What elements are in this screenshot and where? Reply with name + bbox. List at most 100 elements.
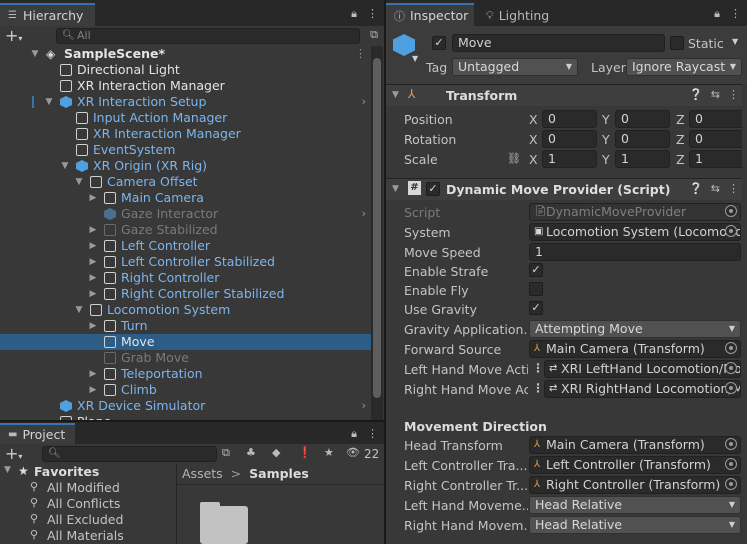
object-field[interactable]: ⅄ Main Camera (Transform) <box>529 436 741 454</box>
breadcrumb-samples[interactable]: Samples <box>249 466 309 481</box>
expand-arrow-icon[interactable]: ▼ <box>74 302 84 318</box>
favorite-item[interactable]: ⚲ All Materials <box>0 528 176 544</box>
hierarchy-item[interactable]: Directional Light <box>0 62 372 78</box>
more-options-icon[interactable]: ⋮ <box>367 7 378 21</box>
axis-label[interactable]: Y <box>602 132 610 147</box>
preset-icon[interactable]: ⇆ <box>711 182 720 195</box>
more-options-icon[interactable]: ⋮ <box>728 88 739 101</box>
binding-menu-icon[interactable]: ⋮ <box>532 361 544 375</box>
expand-arrow-icon[interactable]: ▶ <box>88 190 98 206</box>
object-field[interactable]: ⅄ Right Controller (Transform) <box>529 476 741 494</box>
hierarchy-item[interactable]: ▶ Main Camera <box>0 190 372 206</box>
tab-lighting[interactable]: 💡︎ Lighting <box>478 3 568 26</box>
expand-arrow-icon[interactable]: ▶ <box>88 286 98 302</box>
hierarchy-item[interactable]: ▼ XR Origin (XR Rig) <box>0 158 372 174</box>
tab-inspector[interactable]: ⓘ Inspector <box>386 3 474 26</box>
constrain-proportions-icon[interactable]: ⛓ <box>507 152 521 165</box>
scene-visibility-icon[interactable]: ⧉ <box>370 28 378 42</box>
chevron-right-icon[interactable]: › <box>362 206 366 222</box>
hierarchy-search-input[interactable]: 🔍︎ All <box>56 28 360 44</box>
provider-header[interactable]: ▼ # ✓ Dynamic Move Provider (Script) ❔ ⇆… <box>386 178 747 200</box>
tag-dropdown[interactable]: Untagged ▼ <box>452 58 578 76</box>
expand-arrow-icon[interactable]: ▶ <box>88 254 98 270</box>
object-field[interactable]: ⇄ XRI RightHand Locomotion/M <box>544 380 741 398</box>
axis-label[interactable]: Z <box>676 112 685 127</box>
transform-header[interactable]: ▼ ⅄ Transform ❔ ⇆ ⋮ <box>386 84 747 106</box>
hierarchy-item[interactable]: Input Action Manager <box>0 110 372 126</box>
object-picker-icon[interactable] <box>725 342 737 354</box>
position-x-field[interactable]: 0 <box>542 110 597 128</box>
scale-x-field[interactable]: 1 <box>542 150 597 168</box>
expand-arrow-icon[interactable]: ▼ <box>392 90 399 100</box>
object-field[interactable]: ▣ Locomotion System (Locomotion <box>529 223 741 241</box>
axis-label[interactable]: Y <box>602 112 610 127</box>
favorites-header[interactable]: ▼ ★ Favorites <box>0 464 176 480</box>
tab-hierarchy[interactable]: ☰ Hierarchy <box>0 3 95 26</box>
object-field[interactable]: ⇄ XRI LeftHand Locomotion/Mo <box>544 360 741 378</box>
help-icon[interactable]: ❔ <box>689 88 703 101</box>
chevron-right-icon[interactable]: › <box>362 94 366 110</box>
hierarchy-item[interactable]: ▶ Right Controller Stabilized <box>0 286 372 302</box>
object-name-input[interactable]: Move <box>452 34 665 52</box>
hierarchy-item[interactable]: XR Device Simulator › <box>0 398 372 414</box>
add-button[interactable]: +▾ <box>5 26 22 45</box>
chevron-right-icon[interactable]: › <box>362 398 366 414</box>
expand-arrow-icon[interactable]: ▶ <box>88 270 98 286</box>
hierarchy-item[interactable]: ▶ Gaze Stabilized <box>0 222 372 238</box>
lock-icon[interactable]: 🔒︎ <box>714 7 720 21</box>
static-checkbox[interactable] <box>670 36 684 50</box>
hierarchy-item[interactable]: ▼ Locomotion System <box>0 302 372 318</box>
left-mode-value-dropdown[interactable]: Head Relative ▼ <box>529 496 741 514</box>
hierarchy-item[interactable]: ▶ Left Controller Stabilized <box>0 254 372 270</box>
object-picker-icon[interactable] <box>725 458 737 470</box>
lock-icon[interactable]: 🔒︎ <box>351 427 357 441</box>
lock-icon[interactable]: 🔒︎ <box>351 7 357 21</box>
expand-arrow-icon[interactable]: ▼ <box>60 158 70 174</box>
hierarchy-item[interactable]: XR Interaction Manager <box>0 126 372 142</box>
scale-y-field[interactable]: 1 <box>615 150 670 168</box>
folder-icon[interactable] <box>200 506 248 544</box>
favorite-item[interactable]: ⚲ All Excluded <box>0 512 176 528</box>
axis-label[interactable]: X <box>529 132 538 147</box>
axis-label[interactable]: X <box>529 152 538 167</box>
enable-fly-checkbox[interactable] <box>529 282 543 296</box>
hierarchy-item[interactable]: ▶ Turn <box>0 318 372 334</box>
object-field[interactable]: 📄︎ DynamicMoveProvider <box>529 203 741 221</box>
gravity-app-value-dropdown[interactable]: Attempting Move ▼ <box>529 320 741 338</box>
more-options-icon[interactable]: ⋮ <box>367 427 378 441</box>
favorite-item[interactable]: ⚲ All Conflicts <box>0 496 176 512</box>
chevron-down-icon[interactable]: ▼ <box>412 54 418 63</box>
hierarchy-item[interactable]: ▼ XR Interaction Setup › <box>0 94 372 110</box>
expand-arrow-icon[interactable]: ▶ <box>88 238 98 254</box>
axis-label[interactable]: Z <box>676 152 685 167</box>
preset-icon[interactable]: ⇆ <box>711 88 720 101</box>
hidden-packages-icon[interactable]: 👁︎ <box>346 446 360 459</box>
hierarchy-scrollbar[interactable] <box>371 46 383 420</box>
object-field[interactable]: ⅄ Main Camera (Transform) <box>529 340 741 358</box>
hierarchy-item[interactable]: Grab Move <box>0 350 372 366</box>
gameobject-cube-icon[interactable] <box>393 34 415 56</box>
hierarchy-item[interactable]: XR Interaction Manager <box>0 78 372 94</box>
hierarchy-item[interactable]: EventSystem <box>0 142 372 158</box>
object-picker-icon[interactable] <box>725 205 737 217</box>
hierarchy-item[interactable]: ▶ Climb <box>0 382 372 398</box>
enable-strafe-checkbox[interactable]: ✓ <box>529 263 543 277</box>
hierarchy-item[interactable]: ▼ Camera Offset <box>0 174 372 190</box>
expand-arrow-icon[interactable]: ▼ <box>44 94 54 110</box>
axis-label[interactable]: X <box>529 112 538 127</box>
axis-label[interactable]: Z <box>676 132 685 147</box>
scene-row[interactable]: ▼ ◈ SampleScene* ⋮ <box>0 46 372 62</box>
more-options-icon[interactable]: ⋮ <box>728 182 739 195</box>
scrollbar-thumb[interactable] <box>373 58 381 398</box>
position-y-field[interactable]: 0 <box>615 110 670 128</box>
expand-arrow-icon[interactable]: ▶ <box>88 366 98 382</box>
hierarchy-item[interactable]: Move <box>0 334 372 350</box>
object-field[interactable]: ⅄ Left Controller (Transform) <box>529 456 741 474</box>
filter-by-label-icon[interactable]: ◆ <box>272 446 280 459</box>
hierarchy-item[interactable]: ▶ Teleportation <box>0 366 372 382</box>
tab-project[interactable]: ▬ Project <box>0 423 75 444</box>
scene-menu-icon[interactable]: ⋮ <box>355 46 366 62</box>
expand-arrow-icon[interactable]: ▼ <box>74 174 84 190</box>
search-by-type-icon[interactable]: ⧉ <box>222 446 230 460</box>
expand-arrow-icon[interactable]: ▶ <box>88 382 98 398</box>
